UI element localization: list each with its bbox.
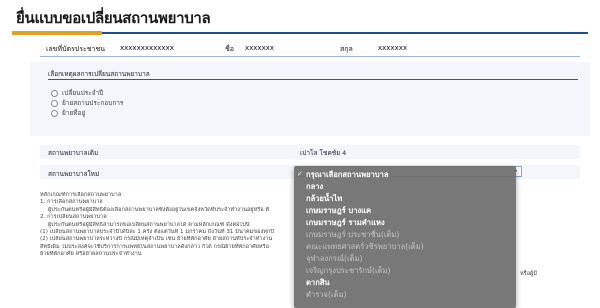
radio-address-move[interactable]: ย้ายที่อยู่ <box>51 108 85 118</box>
old-hospital-value: เปาโล โชคชัย 4 <box>300 149 347 157</box>
checkmark-icon: ✓ <box>297 170 303 178</box>
dropdown-option[interactable]: เกษมราษฎร์ บางแค <box>306 206 371 215</box>
dropdown-option-disabled: ตำรวจ(เต็ม) <box>306 290 347 299</box>
name-label: ชื่อ <box>225 45 234 53</box>
page-title: ยื่นแบบขอเปลี่ยนสถานพยาบาล <box>16 9 211 27</box>
name-value: xxxxxxx <box>245 44 274 52</box>
surname-value: xxxxxxx <box>378 44 407 52</box>
dropdown-option[interactable]: กรุณาเลือกสถานพยาบาล <box>306 170 389 179</box>
criteria-right-tail: หรือผู้มี <box>520 271 538 277</box>
dropdown-option-disabled: คณะแพทยศาสตร์วชิรพยาบาล(เต็ม) <box>306 242 424 251</box>
hospital-dropdown-menu[interactable]: ✓ กรุณาเลือกสถานพยาบาล กลาง กล้วยน้ำไท เ… <box>294 166 516 308</box>
dropdown-option[interactable]: กล้วยน้ำไท <box>306 194 342 203</box>
radio-workplace-move[interactable]: ย้ายสถานประกอบการ <box>51 98 123 108</box>
old-hospital-label: สถานพยาบาลเดิม <box>48 149 99 157</box>
dropdown-option[interactable]: ตากสิน <box>306 278 330 287</box>
radio-circle[interactable] <box>51 99 58 107</box>
radio-circle[interactable] <box>51 89 58 97</box>
dropdown-option[interactable]: เกษมราษฎร์ รามคำแหง <box>306 218 385 227</box>
new-hospital-label: สถานพยาบาลใหม่ <box>48 170 100 178</box>
id-label: เลขที่บัตรประชาชน <box>46 45 106 53</box>
radio-label: ย้ายที่อยู่ <box>62 109 86 117</box>
reason-underline <box>48 79 578 80</box>
dropdown-option-disabled: เกษมราษฎร์ ประชาชื่น(เต็ม) <box>306 230 400 239</box>
radio-label: เปลี่ยนประจำปี <box>62 89 104 97</box>
dropdown-option[interactable]: กลาง <box>306 182 323 191</box>
surname-label: สกุล <box>340 45 353 53</box>
id-value: xxxxxxxxxxxxx <box>120 44 174 52</box>
radio-circle[interactable] <box>51 109 58 117</box>
reason-label: เลือกเหตุผลการเปลี่ยนสถานพยาบาล <box>48 70 150 78</box>
person-divider <box>40 56 580 57</box>
radio-annual-change[interactable]: เปลี่ยนประจำปี <box>51 88 103 98</box>
dropdown-option-disabled: จุฬาลงกรณ์(เต็ม) <box>306 254 363 263</box>
dropdown-option-disabled: เจริญกรุงประชารักษ์(เต็ม) <box>306 266 391 275</box>
radio-label: ย้ายสถานประกอบการ <box>62 99 124 107</box>
title-underline <box>12 31 588 35</box>
